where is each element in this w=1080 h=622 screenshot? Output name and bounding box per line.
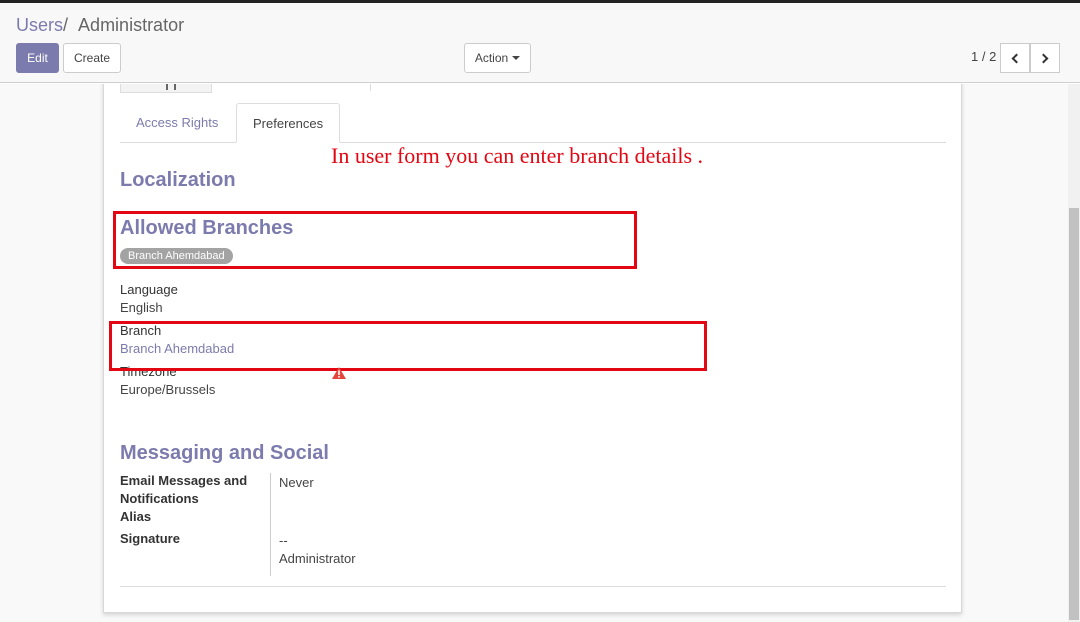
language-value: English <box>120 300 163 315</box>
tab-access-rights[interactable]: Access Rights <box>120 103 234 142</box>
email-label-line-1: Email Messages and <box>120 473 248 488</box>
annotation-text: In user form you can enter branch detail… <box>331 143 704 168</box>
warning-icon[interactable] <box>332 367 346 379</box>
pager-value[interactable]: 1 / 2 <box>971 49 996 64</box>
breadcrumb-current: Administrator <box>78 15 185 35</box>
pager-next-button[interactable] <box>1030 43 1060 73</box>
divider <box>370 84 371 91</box>
edit-button[interactable]: Edit <box>16 43 59 73</box>
action-dropdown-button[interactable]: Action <box>464 43 531 73</box>
messaging-title: Messaging and Social <box>120 442 329 464</box>
breadcrumb: Users/ Administrator <box>16 15 184 36</box>
signature-value: -- Administrator <box>279 532 356 568</box>
edit-button-label: Edit <box>27 51 48 65</box>
alias-label: Alias <box>120 509 152 524</box>
form-view: Access Rights Preferences In user form y… <box>0 84 1068 622</box>
breadcrumb-users-link[interactable]: Users <box>16 15 63 35</box>
table-divider <box>270 473 271 576</box>
highlight-box-branch <box>109 321 707 371</box>
signature-line-2: Administrator <box>279 551 356 566</box>
user-avatar-image[interactable] <box>120 84 212 93</box>
tab-preferences[interactable]: Preferences <box>236 103 341 143</box>
control-panel: Users/ Administrator Edit Create Action … <box>0 3 1080 83</box>
pager-previous-button[interactable] <box>1000 43 1030 73</box>
signature-label: Signature <box>120 531 180 546</box>
email-notifications-label: Email Messages and Notifications <box>120 472 247 508</box>
chevron-left-icon <box>1011 53 1022 63</box>
localization-title: Localization <box>120 169 236 191</box>
create-button[interactable]: Create <box>63 43 121 73</box>
avatar-glyph <box>166 84 176 90</box>
allowed-branches-title: Allowed Branches <box>120 217 294 239</box>
language-label: Language <box>120 282 178 297</box>
chevron-right-icon <box>1038 53 1049 63</box>
notebook-tabs: Access Rights Preferences <box>120 103 946 143</box>
create-button-label: Create <box>73 51 111 65</box>
action-button-label: Action <box>474 51 509 65</box>
breadcrumb-separator: / <box>63 15 69 35</box>
form-sheet: Access Rights Preferences In user form y… <box>103 84 962 613</box>
branch-tag[interactable]: Branch Ahemdabad <box>120 248 233 264</box>
caret-down-icon <box>512 56 521 60</box>
scrollbar-thumb[interactable] <box>1069 208 1079 620</box>
signature-line-1: -- <box>279 533 288 548</box>
email-label-line-2: Notifications <box>120 491 199 506</box>
email-notifications-value: Never <box>279 475 314 490</box>
timezone-value: Europe/Brussels <box>120 382 216 397</box>
bottom-separator <box>120 586 946 587</box>
